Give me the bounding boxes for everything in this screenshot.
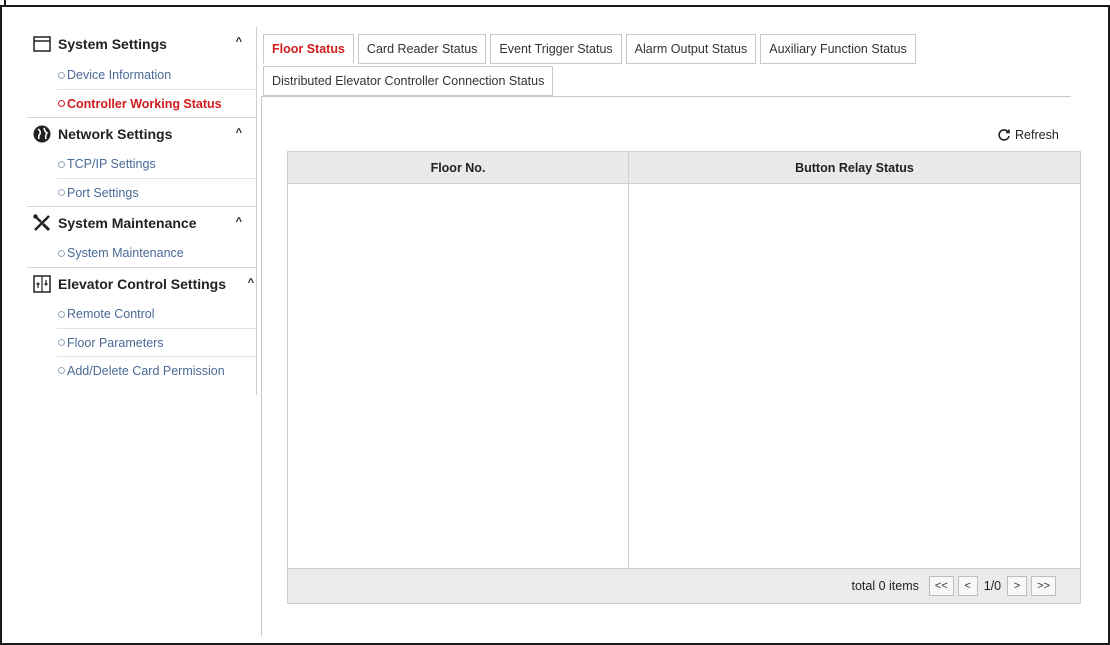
sidebar: System Settings ^ Device Information Con… (27, 27, 257, 395)
sidebar-item-label: Add/Delete Card Permission (67, 363, 225, 378)
globe-icon (32, 124, 52, 144)
sidebar-item-system-maintenance[interactable]: System Maintenance (57, 239, 256, 267)
sidebar-item-port-settings[interactable]: Port Settings (57, 178, 256, 206)
tab-event-trigger-status[interactable]: Event Trigger Status (490, 34, 622, 64)
tools-icon (32, 213, 52, 233)
bullet-icon (58, 249, 65, 257)
page-indicator: 1/0 (983, 579, 1002, 593)
pagination-bar: total 0 items << < 1/0 > >> (288, 569, 1080, 603)
sidebar-item-label: TCP/IP Settings (67, 157, 156, 171)
sidebar-item-label: Device Information (67, 68, 172, 82)
refresh-icon (998, 129, 1010, 141)
sidebar-group-title: System Settings (58, 36, 167, 52)
next-page-button[interactable]: > (1007, 576, 1028, 596)
tab-auxiliary-function-status[interactable]: Auxiliary Function Status (760, 34, 916, 64)
tab-row: Distributed Elevator Controller Connecti… (263, 66, 1071, 96)
column-header-floor-no: Floor No. (288, 152, 629, 183)
bullet-icon (58, 310, 65, 318)
sidebar-group-elevator-control-settings[interactable]: Elevator Control Settings ^ (27, 267, 256, 300)
tab-floor-status[interactable]: Floor Status (263, 34, 354, 64)
column-header-button-relay-status: Button Relay Status (795, 160, 914, 175)
table-column-floor-no (288, 184, 629, 568)
sidebar-item-tcpip-settings[interactable]: TCP/IP Settings (57, 150, 256, 178)
bullet-icon (58, 160, 65, 168)
sidebar-item-label: Remote Control (67, 307, 155, 321)
bullet-icon (58, 367, 65, 374)
chevron-up-icon[interactable]: ^ (236, 216, 242, 228)
table-column-button-relay-status (629, 184, 1080, 568)
sidebar-group-title: Elevator Control Settings (58, 276, 227, 292)
sidebar-item-label: Floor Parameters (67, 335, 164, 350)
bullet-icon (58, 189, 65, 196)
chevron-up-icon[interactable]: ^ (248, 277, 254, 289)
sidebar-item-label: Port Settings (67, 185, 139, 200)
tab-row: Floor Status Card Reader Status Event Tr… (263, 34, 1071, 64)
table-body (288, 184, 1080, 569)
tab-card-reader-status[interactable]: Card Reader Status (357, 34, 487, 64)
table-header: Floor No. Button Relay Status (288, 152, 1080, 184)
floor-status-table: Floor No. Button Relay Status total 0 it… (287, 151, 1081, 604)
sidebar-group-network-settings[interactable]: Network Settings ^ (27, 117, 256, 150)
tab-bar: Floor Status Card Reader Status Event Tr… (263, 34, 1071, 96)
tab-distributed-elevator-controller-connection-status[interactable]: Distributed Elevator Controller Connecti… (263, 66, 554, 96)
bullet-icon (58, 100, 65, 107)
chevron-up-icon[interactable]: ^ (236, 36, 242, 48)
prev-page-button[interactable]: < (957, 576, 978, 596)
sidebar-group-system-settings[interactable]: System Settings ^ (27, 27, 256, 61)
sidebar-item-label: Controller Working Status (67, 96, 222, 111)
refresh-button[interactable]: Refresh (997, 126, 1059, 144)
sidebar-item-label: System Maintenance (67, 246, 184, 260)
total-items-label: total 0 items (851, 579, 919, 593)
sidebar-item-remote-control[interactable]: Remote Control (57, 300, 256, 328)
last-page-button[interactable]: >> (1031, 576, 1056, 596)
window-icon (32, 34, 52, 54)
chevron-up-icon[interactable]: ^ (236, 127, 242, 139)
sidebar-group-title: System Maintenance (58, 215, 197, 231)
sidebar-item-floor-parameters[interactable]: Floor Parameters (57, 328, 256, 356)
bullet-icon (58, 339, 65, 346)
sidebar-item-add-delete-card-permission[interactable]: Add/Delete Card Permission (57, 356, 256, 384)
sidebar-group-system-maintenance[interactable]: System Maintenance ^ (27, 206, 256, 239)
sidebar-item-device-information[interactable]: Device Information (57, 61, 256, 89)
tab-alarm-output-status[interactable]: Alarm Output Status (625, 34, 757, 64)
first-page-button[interactable]: << (928, 576, 954, 596)
sidebar-group-title: Network Settings (58, 126, 173, 142)
bullet-icon (58, 71, 65, 79)
sidebar-item-controller-working-status[interactable]: Controller Working Status (57, 89, 256, 117)
elevator-icon (32, 274, 52, 294)
refresh-label: Refresh (1015, 128, 1059, 142)
